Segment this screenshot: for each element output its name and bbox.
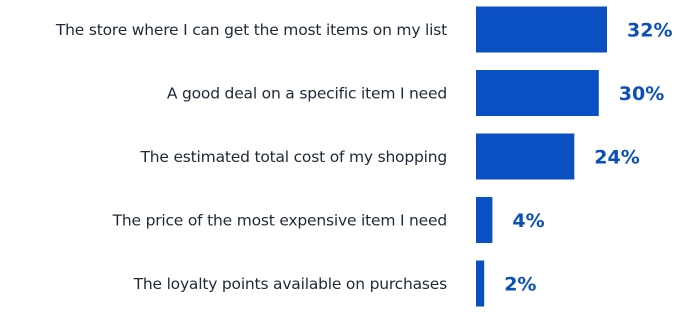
value-label-2: 30% bbox=[619, 83, 664, 105]
bar-2 bbox=[476, 70, 599, 116]
value-label-1: 32% bbox=[627, 20, 672, 42]
category-label-3: The estimated total cost of my shopping bbox=[140, 148, 447, 166]
bar-chart: The store where I can get the most items… bbox=[55, 6, 672, 307]
category-labels-group: The store where I can get the most items… bbox=[55, 21, 447, 293]
bar-4 bbox=[476, 197, 493, 243]
category-label-4: The price of the most expensive item I n… bbox=[112, 212, 447, 230]
bar-3 bbox=[476, 133, 575, 180]
category-label-1: The store where I can get the most items… bbox=[55, 21, 447, 39]
bar-1 bbox=[476, 6, 607, 53]
bars-group bbox=[476, 6, 607, 307]
value-label-5: 2% bbox=[504, 274, 536, 296]
category-label-5: The loyalty points available on purchase… bbox=[133, 275, 448, 293]
value-label-3: 24% bbox=[594, 147, 639, 169]
value-label-4: 4% bbox=[512, 210, 544, 232]
category-label-2: A good deal on a specific item I need bbox=[167, 85, 447, 103]
bar-5 bbox=[476, 260, 485, 307]
